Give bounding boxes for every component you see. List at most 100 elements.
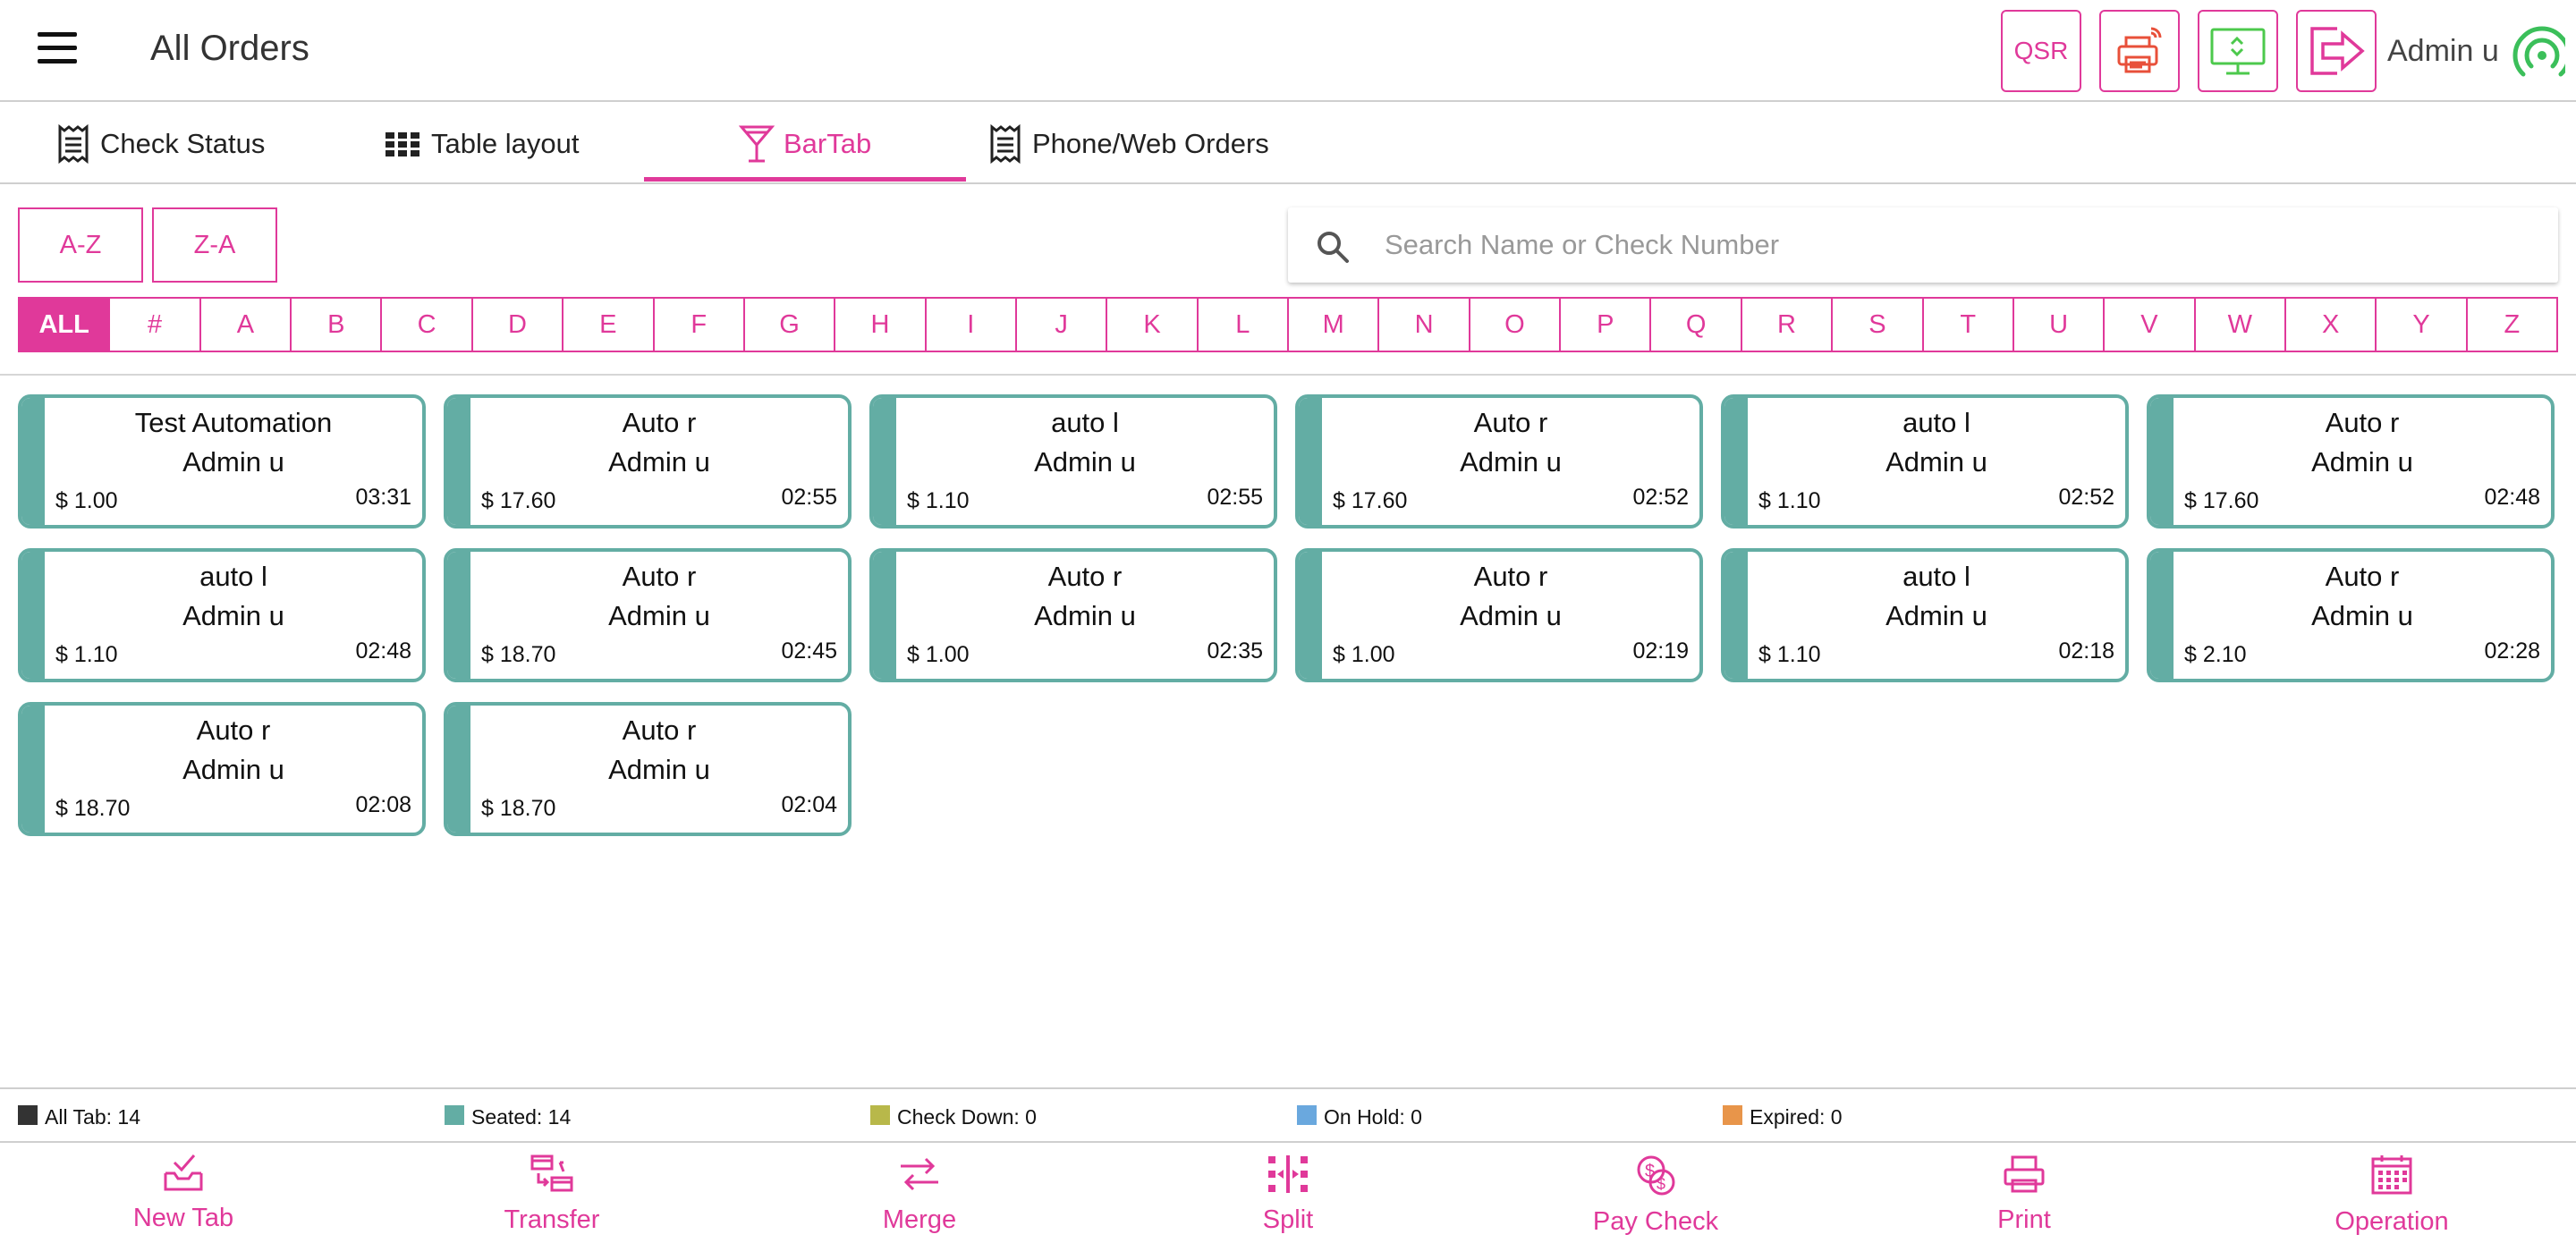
status-stripe xyxy=(21,706,45,833)
logout-button[interactable] xyxy=(2296,10,2377,92)
server-name: Admin u xyxy=(182,446,284,478)
bar-tab-card[interactable]: Auto r Admin u $ 17.60 02:52 xyxy=(1295,394,1703,528)
alpha-filter-m[interactable]: M xyxy=(1289,299,1380,351)
bar-tab-card[interactable]: Auto r Admin u $ 1.00 02:35 xyxy=(869,548,1277,682)
status-stripe xyxy=(2150,552,2174,679)
bottom-toolbar: New Tab Transfer Merge Split $ $ Pay Check Prin… xyxy=(0,1145,2576,1243)
alpha-filter-hash[interactable]: # xyxy=(110,299,201,351)
alpha-filter-y[interactable]: Y xyxy=(2377,299,2468,351)
alphabet-filter: ALL # A B C D E F G H I J K L M N O P Q R S T U V W X Y Z xyxy=(18,297,2558,352)
toolbar-label: Pay Check xyxy=(1592,1207,1719,1236)
status-stripe xyxy=(873,398,896,525)
legend-item: All Tab: 14 xyxy=(18,1104,140,1129)
tab-table-layout[interactable]: Table layout xyxy=(385,104,579,184)
sort-za-button[interactable]: Z-A xyxy=(152,207,277,283)
alpha-filter-u[interactable]: U xyxy=(2014,299,2106,351)
merge-button[interactable]: Merge xyxy=(812,1145,1027,1243)
sort-az-button[interactable]: A-Z xyxy=(18,207,143,283)
bar-tab-card[interactable]: Auto r Admin u $ 17.60 02:55 xyxy=(444,394,852,528)
legend-swatch xyxy=(18,1104,38,1125)
transfer-button[interactable]: Transfer xyxy=(445,1145,659,1243)
bar-tab-card[interactable]: auto l Admin u $ 1.10 02:18 xyxy=(1721,548,2129,682)
alpha-filter-q[interactable]: Q xyxy=(1651,299,1742,351)
tab-time: 02:52 xyxy=(1632,485,1689,510)
bar-tab-card[interactable]: Auto r Admin u $ 18.70 02:04 xyxy=(444,702,852,836)
bar-tab-card[interactable]: Auto r Admin u $ 17.60 02:48 xyxy=(2147,394,2555,528)
printer-button[interactable] xyxy=(2099,10,2180,92)
menu-icon[interactable] xyxy=(38,32,77,72)
customer-display-button[interactable] xyxy=(2198,10,2278,92)
bar-tab-card[interactable]: auto l Admin u $ 1.10 02:48 xyxy=(18,548,426,682)
tab-label: Table layout xyxy=(431,128,580,159)
tab-name: Auto r xyxy=(622,407,697,438)
alpha-filter-b[interactable]: B xyxy=(292,299,383,351)
tab-amount: $ 1.00 xyxy=(1333,642,1395,667)
calendar-icon xyxy=(2370,1154,2413,1207)
svg-text:$: $ xyxy=(1657,1175,1665,1193)
pay-check-icon: $ $ xyxy=(1633,1154,1678,1207)
print-button[interactable]: Print xyxy=(1917,1145,2131,1243)
alpha-filter-f[interactable]: F xyxy=(655,299,745,351)
alpha-filter-g[interactable]: G xyxy=(745,299,836,351)
tab-amount: $ 1.10 xyxy=(907,488,970,513)
tab-bartab[interactable]: BarTab xyxy=(739,104,871,184)
receipt-icon xyxy=(990,124,1021,164)
logout-icon xyxy=(2310,27,2365,75)
search-input[interactable] xyxy=(1385,220,2538,270)
bar-tab-card[interactable]: auto l Admin u $ 1.10 02:52 xyxy=(1721,394,2129,528)
tab-time: 02:04 xyxy=(781,792,837,817)
alpha-filter-n[interactable]: N xyxy=(1379,299,1470,351)
bar-tab-card[interactable]: auto l Admin u $ 1.10 02:55 xyxy=(869,394,1277,528)
alpha-filter-v[interactable]: V xyxy=(2105,299,2196,351)
status-stripe xyxy=(1299,398,1322,525)
bar-tab-card[interactable]: Auto r Admin u $ 18.70 02:45 xyxy=(444,548,852,682)
cocktail-icon xyxy=(739,125,775,163)
receipt-icon xyxy=(58,124,89,164)
alpha-filter-r[interactable]: R xyxy=(1742,299,1834,351)
alpha-filter-h[interactable]: H xyxy=(835,299,927,351)
alpha-filter-all[interactable]: ALL xyxy=(20,299,111,351)
tab-label: Phone/Web Orders xyxy=(1032,128,1269,159)
alpha-filter-a[interactable]: A xyxy=(201,299,292,351)
tab-check-status[interactable]: Check Status xyxy=(55,104,265,184)
svg-text:$: $ xyxy=(1645,1162,1655,1181)
alpha-filter-i[interactable]: I xyxy=(927,299,1017,351)
qsr-button[interactable]: QSR xyxy=(2001,10,2081,92)
legend-item: Check Down: 0 xyxy=(870,1104,1037,1129)
alpha-filter-z[interactable]: Z xyxy=(2468,299,2556,351)
server-name: Admin u xyxy=(1034,600,1136,631)
bar-tab-card[interactable]: Auto r Admin u $ 18.70 02:08 xyxy=(18,702,426,836)
status-stripe xyxy=(447,706,470,833)
bar-tab-card[interactable]: Auto r Admin u $ 2.10 02:28 xyxy=(2147,548,2555,682)
alpha-filter-e[interactable]: E xyxy=(564,299,655,351)
alpha-filter-t[interactable]: T xyxy=(1924,299,2014,351)
legend-item: Expired: 0 xyxy=(1723,1104,1843,1129)
alpha-filter-j[interactable]: J xyxy=(1017,299,1108,351)
alpha-filter-w[interactable]: W xyxy=(2196,299,2286,351)
alpha-filter-o[interactable]: O xyxy=(1470,299,1562,351)
split-button[interactable]: Split xyxy=(1181,1145,1395,1243)
server-name: Admin u xyxy=(182,754,284,785)
alpha-filter-p[interactable]: P xyxy=(1561,299,1652,351)
alpha-filter-c[interactable]: C xyxy=(382,299,473,351)
bar-tab-card[interactable]: Test Automation Admin u $ 1.00 03:31 xyxy=(18,394,426,528)
server-name: Admin u xyxy=(2311,446,2413,478)
search-box xyxy=(1288,207,2558,283)
new-tab-button[interactable]: New Tab xyxy=(76,1145,291,1243)
tab-time: 02:48 xyxy=(355,638,411,664)
view-tabs: Check Status Table layout BarTab Phone/W… xyxy=(0,104,2576,184)
pay-check-button[interactable]: $ $ Pay Check xyxy=(1548,1145,1763,1243)
tab-time: 02:08 xyxy=(355,792,411,817)
operation-button[interactable]: Operation xyxy=(2284,1145,2499,1243)
alpha-filter-k[interactable]: K xyxy=(1107,299,1199,351)
alpha-filter-d[interactable]: D xyxy=(473,299,564,351)
tab-name: auto l xyxy=(199,561,267,592)
alpha-filter-s[interactable]: S xyxy=(1833,299,1924,351)
tab-phone-web-orders[interactable]: Phone/Web Orders xyxy=(987,104,1269,184)
alpha-filter-x[interactable]: X xyxy=(2286,299,2377,351)
tab-amount: $ 17.60 xyxy=(481,488,556,513)
transfer-icon xyxy=(530,1154,574,1205)
alpha-filter-l[interactable]: L xyxy=(1199,299,1290,351)
tab-name: Auto r xyxy=(622,715,697,746)
bar-tab-card[interactable]: Auto r Admin u $ 1.00 02:19 xyxy=(1295,548,1703,682)
